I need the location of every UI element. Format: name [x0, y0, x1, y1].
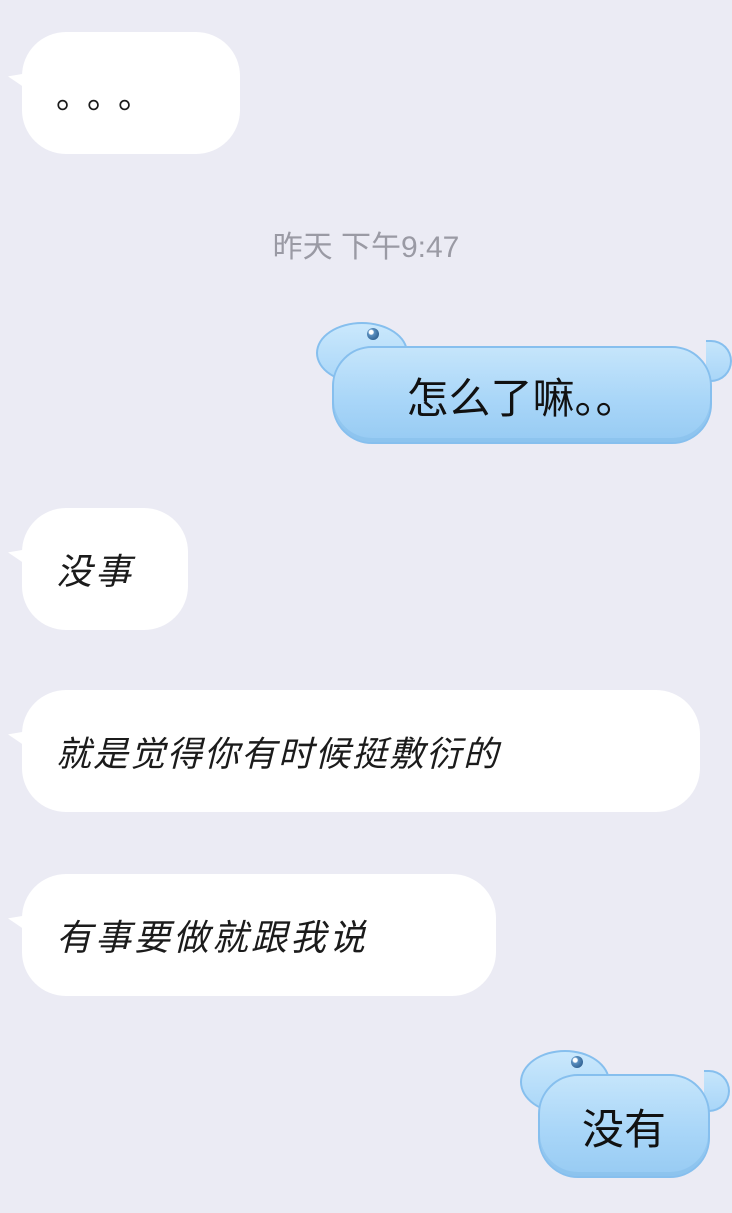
message-text: 就是觉得你有时候挺敷衍的 [56, 734, 501, 775]
message-text: 怎么了嘛。。 [406, 373, 638, 423]
received-message-bubble[interactable]: 没事 [22, 508, 188, 630]
message-timestamp: 昨天 下午9:47 [272, 231, 460, 264]
message-text: 没事 [56, 552, 135, 593]
received-message-bubble[interactable]: 有事要做就跟我说 [22, 874, 496, 996]
sent-message-bubble[interactable]: 没有 [538, 1074, 710, 1178]
sent-message-bubble[interactable]: 怎么了嘛。。 [332, 346, 712, 444]
received-message-bubble[interactable]: 就是觉得你有时候挺敷衍的 [22, 690, 700, 812]
chat-conversation: 。。。 昨天 下午9:47 怎么了嘛。。 没事 就是觉得你有时候挺敷衍的 有事要… [0, 0, 732, 1213]
bubble-eye-decoration [367, 328, 379, 340]
received-message-bubble[interactable]: 。。。 [22, 32, 240, 154]
message-text: 有事要做就跟我说 [56, 918, 369, 959]
message-text: 没有 [581, 1104, 666, 1154]
message-text: 。。。 [56, 76, 166, 117]
bubble-eye-decoration [571, 1056, 583, 1068]
